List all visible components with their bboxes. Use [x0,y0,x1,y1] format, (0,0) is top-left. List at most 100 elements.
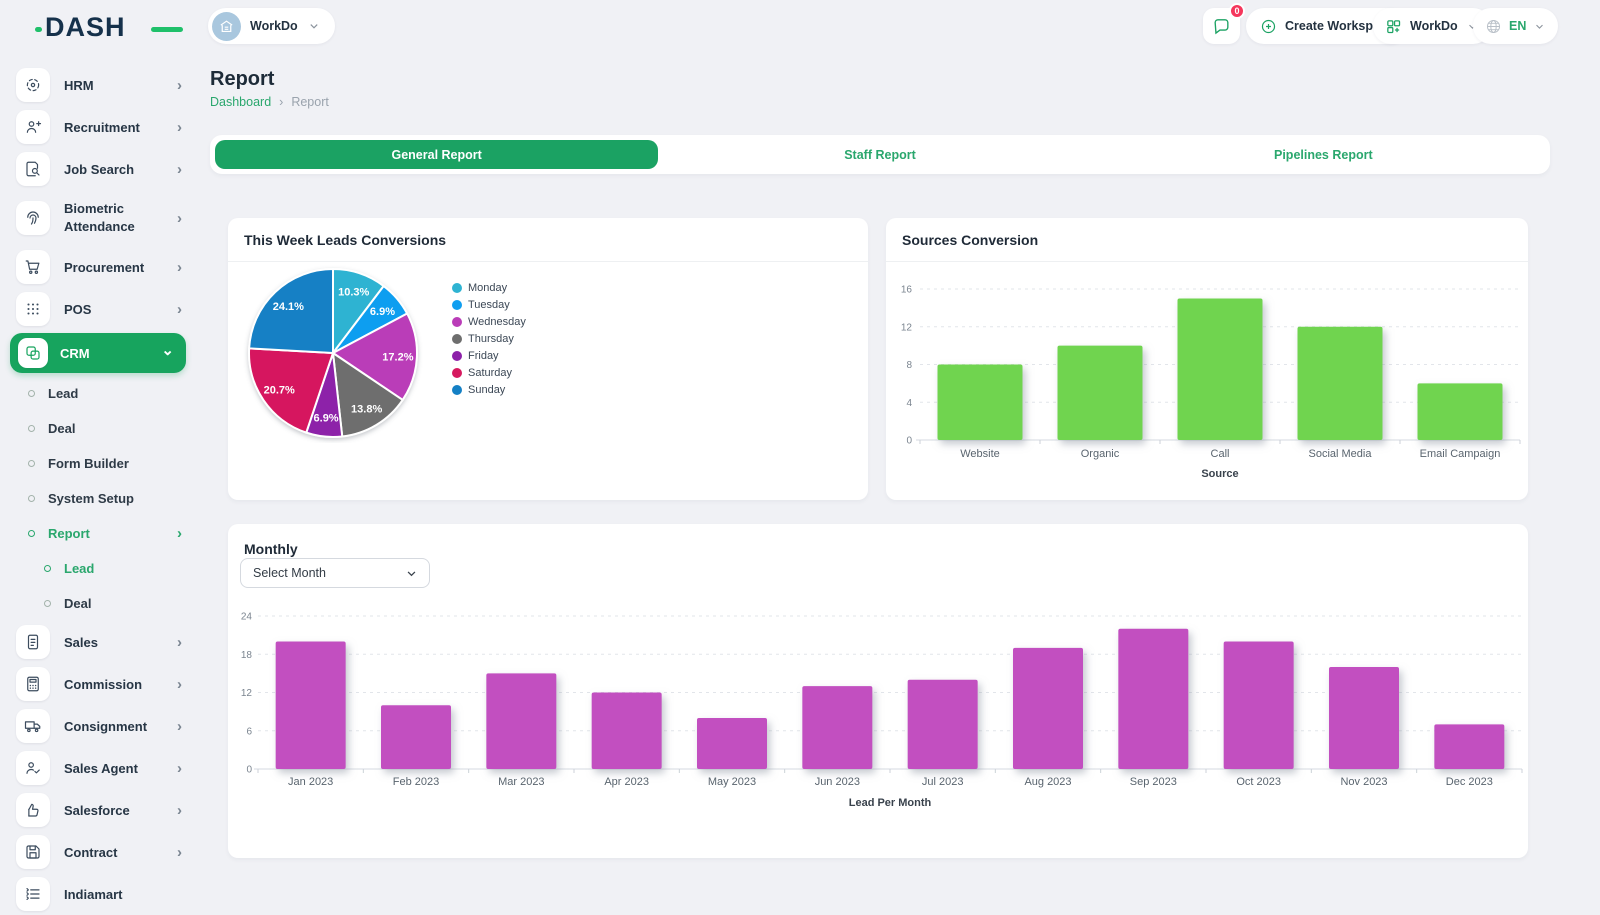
sidebar-item-indiamart[interactable]: Indiamart [0,873,196,915]
sidebar-item-contract[interactable]: Contract › [0,831,196,873]
chevron-right-icon: › [177,635,182,650]
sidebar-item-commission[interactable]: Commission › [0,663,196,705]
sidebar-item-label: Sales Agent [64,761,138,776]
sidebar-item-lead[interactable]: Lead [0,551,196,586]
svg-text:18: 18 [241,650,253,661]
bullet-icon [28,425,35,432]
tab-pipelines-report[interactable]: Pipelines Report [1102,140,1545,169]
legend-dot [452,317,462,327]
job-search-icon [16,152,50,186]
legend-item-wednesday[interactable]: Wednesday [452,316,526,327]
biometric-icon [16,201,50,235]
svg-text:12: 12 [241,688,253,699]
chevron-down-icon: ⌄ [161,343,174,358]
chat-icon [1212,17,1231,36]
crm-icon [18,338,48,368]
bullet-icon [44,565,51,572]
chevron-right-icon: › [177,211,182,226]
legend-dot [452,300,462,310]
svg-text:12: 12 [901,322,913,333]
sidebar-item-label: POS [64,302,91,317]
sources-card-title: Sources Conversion [902,232,1038,248]
svg-text:Website: Website [960,448,1000,460]
sidebar-item-recruitment[interactable]: Recruitment › [0,106,196,148]
bullet-icon [28,495,35,502]
sidebar-item-deal[interactable]: Deal [0,586,196,621]
legend-label: Friday [468,350,499,362]
sidebar-item-biometric-attendance[interactable]: Biometric Attendance › [0,190,196,246]
sidebar-item-label: System Setup [48,491,134,506]
svg-text:Mar 2023: Mar 2023 [498,776,544,788]
sidebar-item-label: Job Search [64,162,134,177]
leads-card-title: This Week Leads Conversions [244,232,446,248]
sales-icon [16,625,50,659]
svg-text:6.9%: 6.9% [370,306,395,318]
sidebar-item-label: CRM [60,346,90,361]
messages-button[interactable]: 0 [1203,8,1240,44]
sidebar-item-procurement[interactable]: Procurement › [0,246,196,288]
sidebar-item-sales-agent[interactable]: Sales Agent › [0,747,196,789]
language-selector[interactable]: EN [1473,8,1558,44]
svg-text:0: 0 [906,436,912,447]
sidebar-item-pos[interactable]: POS › [0,288,196,330]
sidebar-item-lead[interactable]: Lead [0,376,196,411]
svg-text:Dec 2023: Dec 2023 [1446,776,1493,788]
workspace-label: WorkDo [250,19,298,33]
legend-item-thursday[interactable]: Thursday [452,333,526,344]
sidebar-item-label: Consignment [64,719,147,734]
sidebar-item-label: Biometric Attendance [64,200,168,235]
sidebar-item-system-setup[interactable]: System Setup [0,481,196,516]
monthly-bar-chart: 06121824Jan 2023Feb 2023Mar 2023Apr 2023… [228,606,1528,836]
monthly-card-title: Monthly [244,541,298,557]
breadcrumb-current: Report [291,95,329,109]
bullet-icon [44,600,51,607]
bullet-icon [28,530,35,537]
svg-text:Organic: Organic [1081,448,1120,460]
sidebar-item-label: Lead [64,561,94,576]
svg-text:6.9%: 6.9% [314,413,339,425]
sources-conversion-card: Sources Conversion 0481216WebsiteOrganic… [886,218,1528,500]
sidebar-item-salesforce[interactable]: Salesforce › [0,789,196,831]
sidebar-item-crm[interactable]: CRM ⌄ [10,333,186,373]
legend-item-friday[interactable]: Friday [452,350,526,361]
svg-text:Sep 2023: Sep 2023 [1130,776,1177,788]
hrm-icon [16,68,50,102]
chevron-down-icon [404,566,419,581]
month-select-dropdown[interactable]: Select Month [240,558,430,588]
plus-circle-icon [1260,18,1277,35]
sidebar-item-report[interactable]: Report › [0,516,196,551]
indiamart-icon [16,877,50,911]
legend-item-monday[interactable]: Monday [452,282,526,293]
breadcrumb-dashboard-link[interactable]: Dashboard [210,95,271,109]
svg-text:May 2023: May 2023 [708,776,756,788]
legend-item-tuesday[interactable]: Tuesday [452,299,526,310]
legend-item-saturday[interactable]: Saturday [452,367,526,378]
sidebar-item-deal[interactable]: Deal [0,411,196,446]
sidebar-item-hrm[interactable]: HRM › [0,64,196,106]
svg-text:0: 0 [246,765,252,776]
leads-conversions-card: This Week Leads Conversions 10.3%6.9%17.… [228,218,868,500]
sales-agent-icon [16,751,50,785]
legend-item-sunday[interactable]: Sunday [452,384,526,395]
sidebar-item-label: Indiamart [64,887,123,902]
legend-label: Thursday [468,333,514,345]
sidebar-item-label: Procurement [64,260,144,275]
svg-text:24.1%: 24.1% [273,301,304,313]
tab-general-report[interactable]: General Report [215,140,658,169]
legend-label: Monday [468,282,507,294]
chevron-right-icon: › [177,677,182,692]
sidebar-item-job-search[interactable]: Job Search › [0,148,196,190]
breadcrumb-separator: › [279,95,283,109]
procurement-icon [16,250,50,284]
sidebar-item-label: Recruitment [64,120,140,135]
sidebar-item-sales[interactable]: Sales › [0,621,196,663]
workspace-button[interactable]: WorkDo [208,8,335,44]
tab-staff-report[interactable]: Staff Report [658,140,1101,169]
sidebar-item-label: Salesforce [64,803,130,818]
salesforce-icon [16,793,50,827]
sidebar-item-label: Contract [64,845,117,860]
sidebar-item-label: Deal [64,596,91,611]
svg-text:Nov 2023: Nov 2023 [1340,776,1387,788]
sidebar-item-form-builder[interactable]: Form Builder [0,446,196,481]
sidebar-item-consignment[interactable]: Consignment › [0,705,196,747]
